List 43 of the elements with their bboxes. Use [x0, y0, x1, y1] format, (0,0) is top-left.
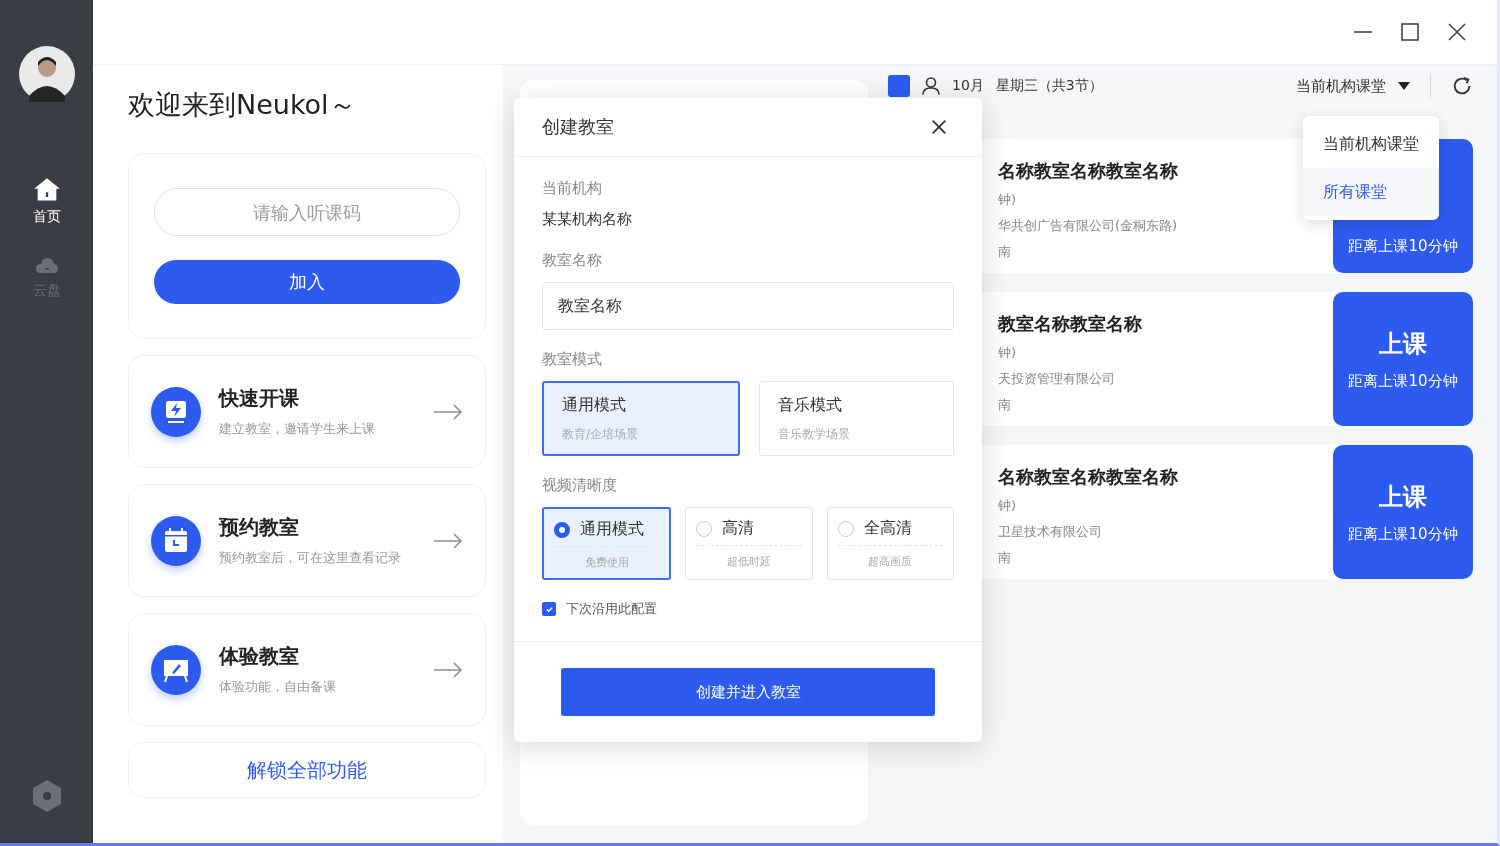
- feature-title: 快速开课: [219, 385, 300, 412]
- feature-title: 体验教室: [219, 643, 300, 670]
- countdown-label: 距离上课10分钟: [1348, 236, 1458, 256]
- quality-description: 超低时延: [726, 554, 772, 569]
- class-organization: 卫星技术有限公司: [998, 523, 1103, 541]
- class-title: 名称教室名称教室名称: [998, 159, 1179, 183]
- field-label: 当前机构: [542, 179, 603, 198]
- feature-description: 预约教室后，可在这里查看记录: [219, 549, 402, 567]
- class-note: 南: [998, 549, 1012, 567]
- class-organization: 天投资管理有限公司: [998, 370, 1116, 388]
- checkbox-label: 下次沿用此配置: [566, 600, 657, 618]
- quality-title: 通用模式: [580, 519, 644, 540]
- quality-title: 高清: [722, 518, 755, 539]
- class-duration: 钟): [998, 191, 1018, 209]
- quality-description: 免费使用: [583, 555, 630, 570]
- mode-description: 教育/企培场景: [562, 425, 639, 443]
- welcome-heading: 欢迎来到Neukol～: [128, 88, 357, 122]
- start-class-label: 上课: [1379, 328, 1427, 360]
- start-class-label: 上课: [1379, 481, 1427, 513]
- mode-title: 通用模式: [562, 394, 626, 416]
- countdown-label: 距离上课10分钟: [1348, 524, 1458, 544]
- field-label: 视频清晰度: [542, 476, 618, 495]
- mode-description: 音乐教学场景: [777, 425, 850, 443]
- feature-description: 建立教室，邀请学生来上课: [219, 420, 376, 438]
- quality-title: 全高清: [863, 518, 912, 539]
- class-note: 南: [998, 396, 1012, 414]
- feature-description: 体验功能，自由备课: [219, 678, 337, 696]
- field-label: 教室模式: [542, 350, 603, 369]
- mode-title: 音乐模式: [777, 394, 842, 416]
- class-duration: 钟): [998, 497, 1018, 515]
- class-duration: 钟): [998, 344, 1018, 362]
- schedule-weekday: 星期三（共3节）: [995, 77, 1103, 95]
- dialog-title: 创建教室: [542, 115, 614, 139]
- class-organization: 华共创广告有限公司(金桐东路): [998, 217, 1179, 235]
- organization-name: 某某机构名称: [542, 210, 633, 229]
- quality-description: 超高画质: [867, 554, 914, 569]
- countdown-label: 距离上课10分钟: [1348, 371, 1458, 391]
- schedule-date: 10月: [952, 77, 984, 95]
- class-note: 南: [998, 243, 1012, 261]
- feature-title: 预约教室: [219, 514, 300, 541]
- class-title: 教室名称教室名称: [998, 312, 1143, 336]
- field-label: 教室名称: [542, 251, 603, 270]
- class-title: 名称教室名称教室名称: [998, 465, 1179, 489]
